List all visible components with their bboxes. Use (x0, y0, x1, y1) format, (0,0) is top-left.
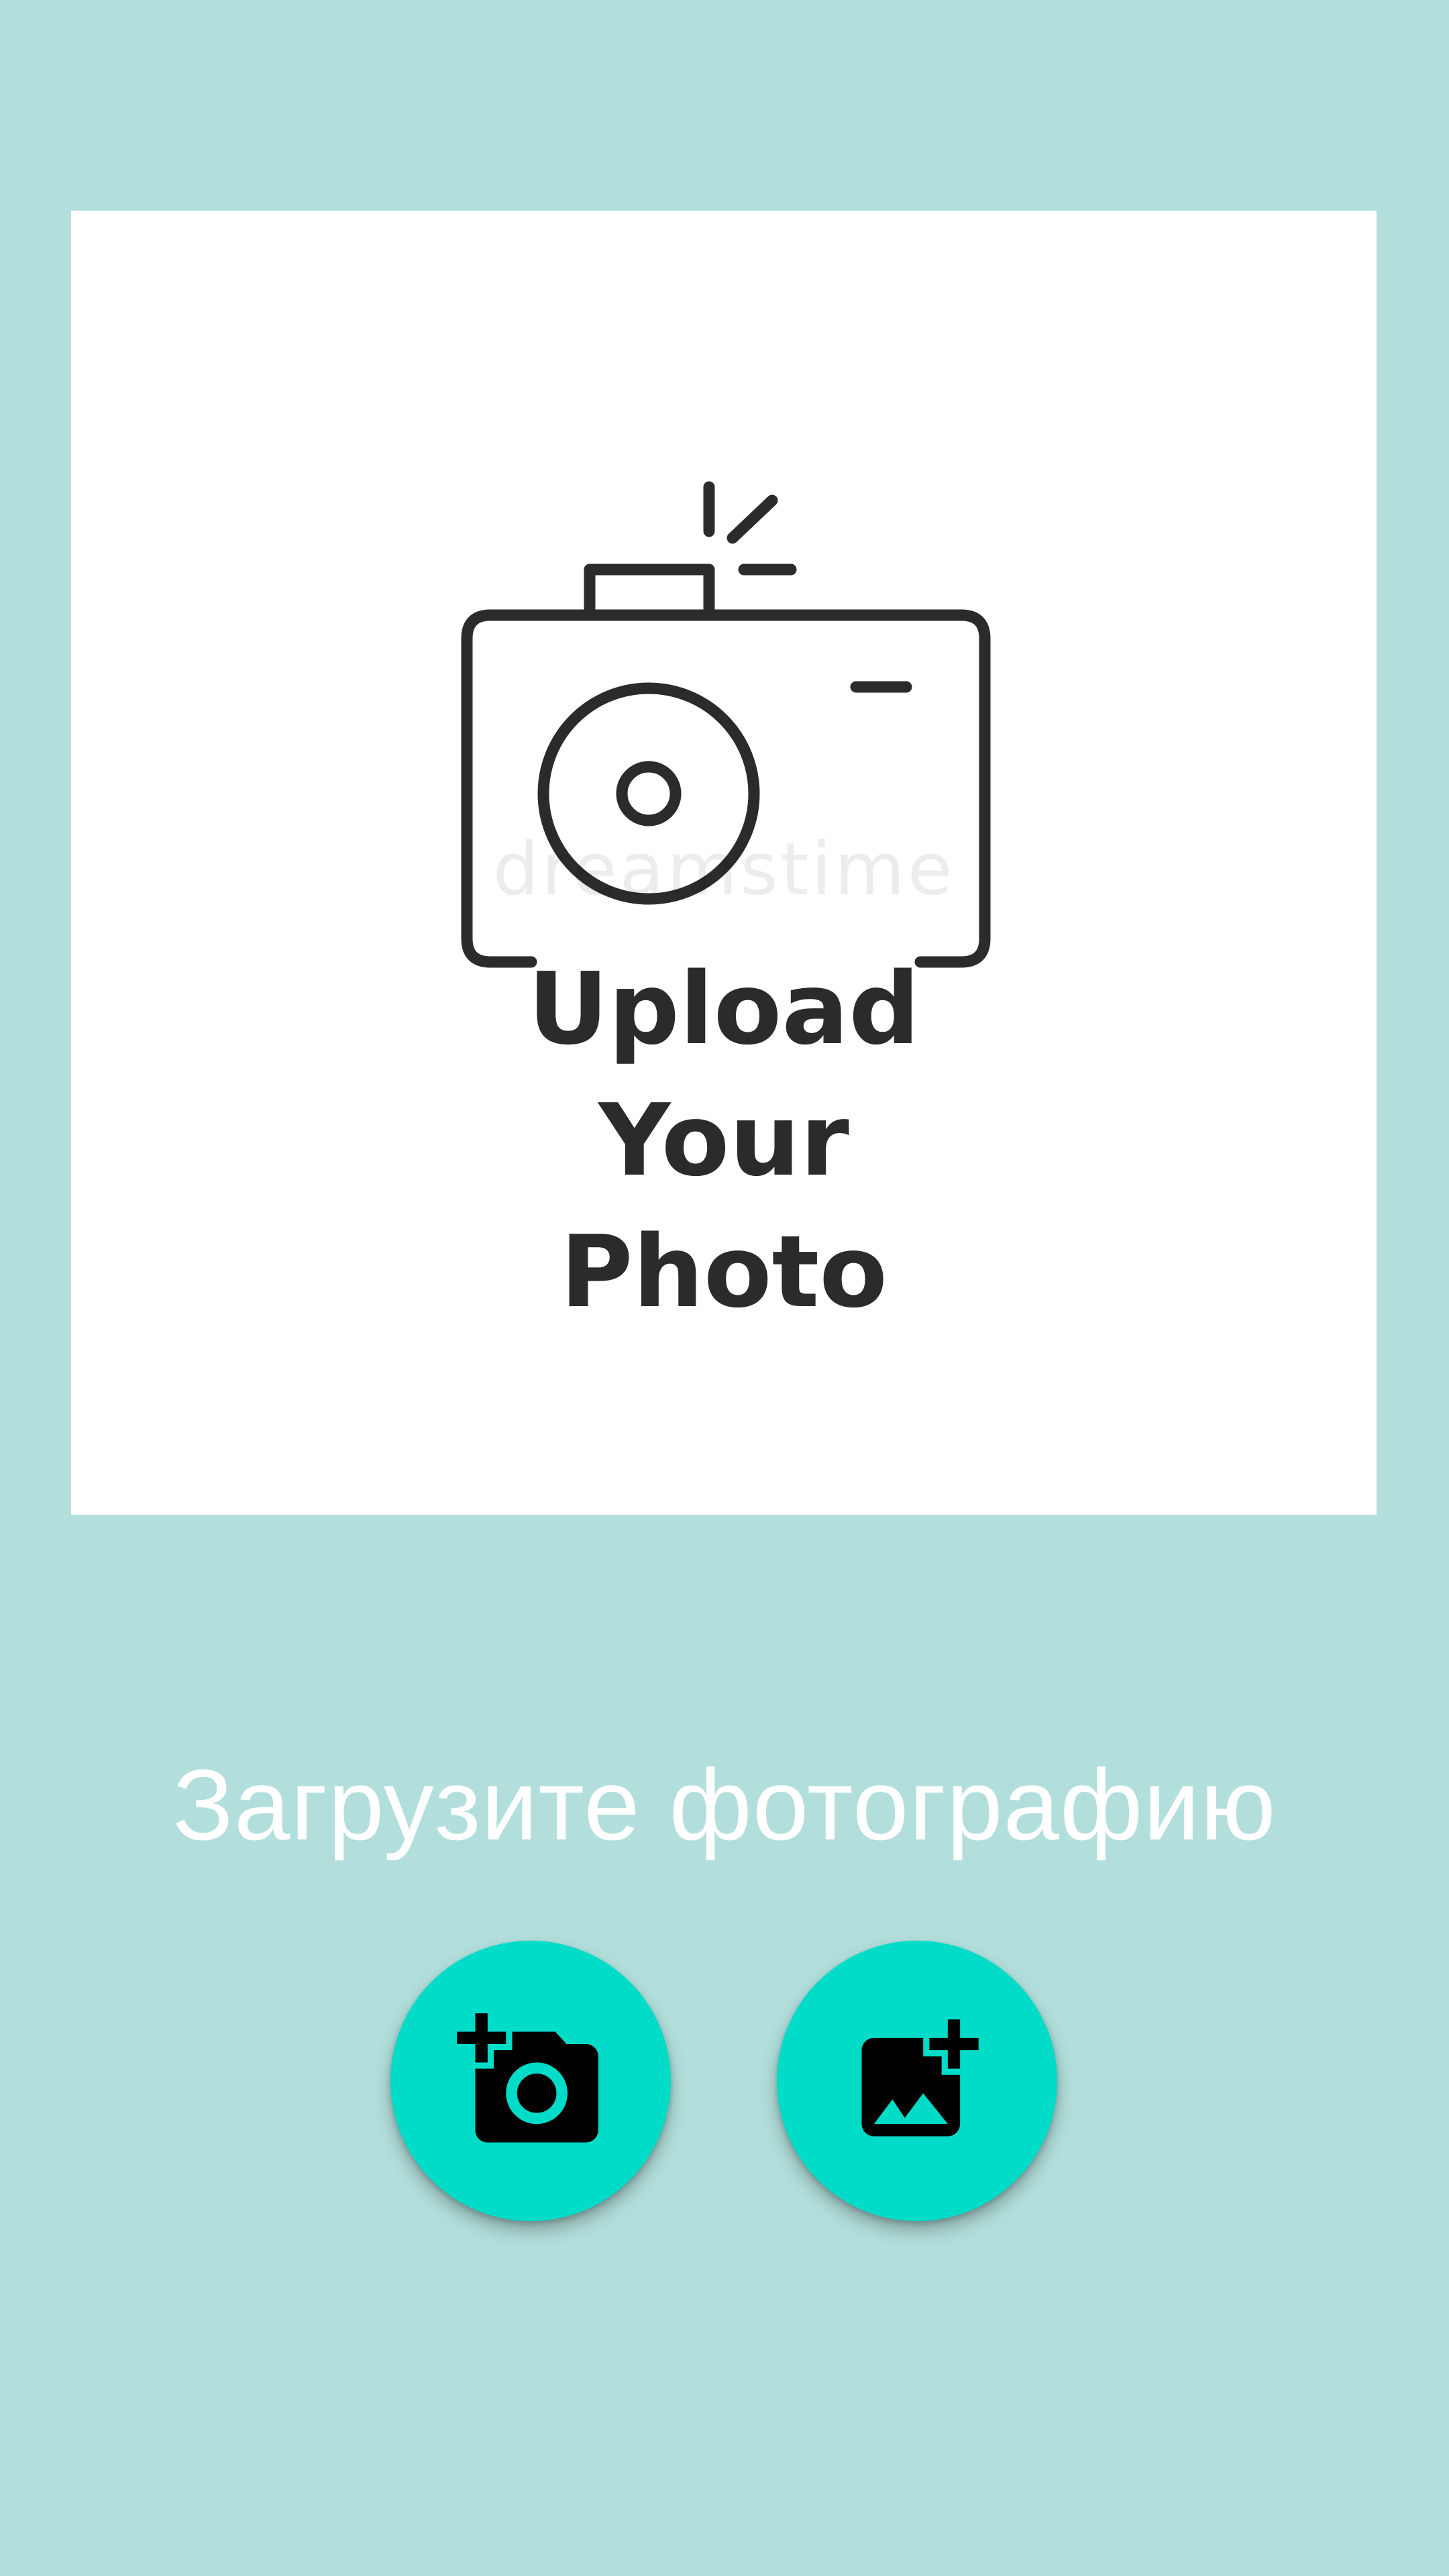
watermark-text: dreamstime (492, 828, 955, 912)
take-photo-button[interactable] (390, 1941, 671, 2221)
caption-line-3: Photo (560, 1214, 888, 1330)
add-photo-alternate-icon (861, 2019, 979, 2137)
caption-line-2: Your (598, 1083, 849, 1198)
caption-line-1: Upload (527, 951, 920, 1067)
photo-preview[interactable]: dreamstime Upload Your Photo (71, 211, 1377, 1515)
upload-prompt-text: Загрузите фотографию (172, 1748, 1277, 1861)
upload-your-photo-caption: Upload Your Photo (71, 943, 1377, 1338)
add-a-photo-icon (457, 2013, 598, 2143)
upload-screen: dreamstime Upload Your Photo Загрузите ф… (0, 0, 1449, 2576)
choose-from-gallery-button[interactable] (777, 1941, 1057, 2221)
